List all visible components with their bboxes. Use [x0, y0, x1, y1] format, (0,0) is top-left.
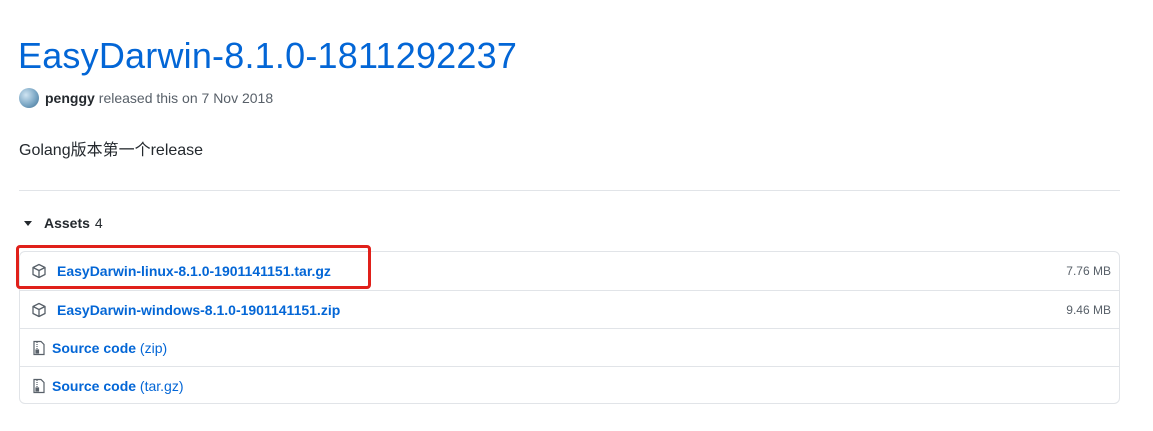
- release-description: Golang版本第一个release: [19, 142, 204, 159]
- asset-row: EasyDarwin-linux-8.1.0-1901141151.tar.gz…: [20, 252, 1119, 289]
- assets-toggle[interactable]: Assets 4: [19, 212, 103, 234]
- asset-row: Source code (tar.gz): [20, 366, 1119, 404]
- assets-list: EasyDarwin-linux-8.1.0-1901141151.tar.gz…: [19, 251, 1120, 404]
- asset-size: 9.46 MB: [1066, 302, 1111, 317]
- release-title-link[interactable]: EasyDarwin-8.1.0-1811292237: [18, 34, 517, 78]
- file-zip-icon: [31, 340, 47, 356]
- release-meta: penggy released this on 7 Nov 2018: [19, 87, 273, 109]
- author-avatar[interactable]: [19, 88, 39, 108]
- released-date-text: released this on 7 Nov 2018: [98, 90, 274, 106]
- package-icon: [31, 302, 47, 318]
- assets-label: Assets: [44, 215, 90, 231]
- divider: [19, 190, 1120, 191]
- asset-size: 7.76 MB: [1066, 263, 1111, 278]
- file-zip-icon: [31, 378, 47, 394]
- package-icon: [31, 263, 47, 279]
- asset-row: Source code (zip): [20, 328, 1119, 366]
- asset-download-link[interactable]: EasyDarwin-linux-8.1.0-1901141151.tar.gz: [57, 263, 331, 279]
- asset-download-link[interactable]: EasyDarwin-windows-8.1.0-1901141151.zip: [57, 302, 340, 318]
- source-code-zip-link[interactable]: Source code (zip): [52, 340, 167, 356]
- caret-down-icon: [24, 220, 32, 226]
- assets-count: 4: [94, 215, 103, 231]
- asset-row: EasyDarwin-windows-8.1.0-1901141151.zip …: [20, 290, 1119, 328]
- source-code-targz-link[interactable]: Source code (tar.gz): [52, 378, 184, 394]
- author-link[interactable]: penggy: [45, 90, 95, 106]
